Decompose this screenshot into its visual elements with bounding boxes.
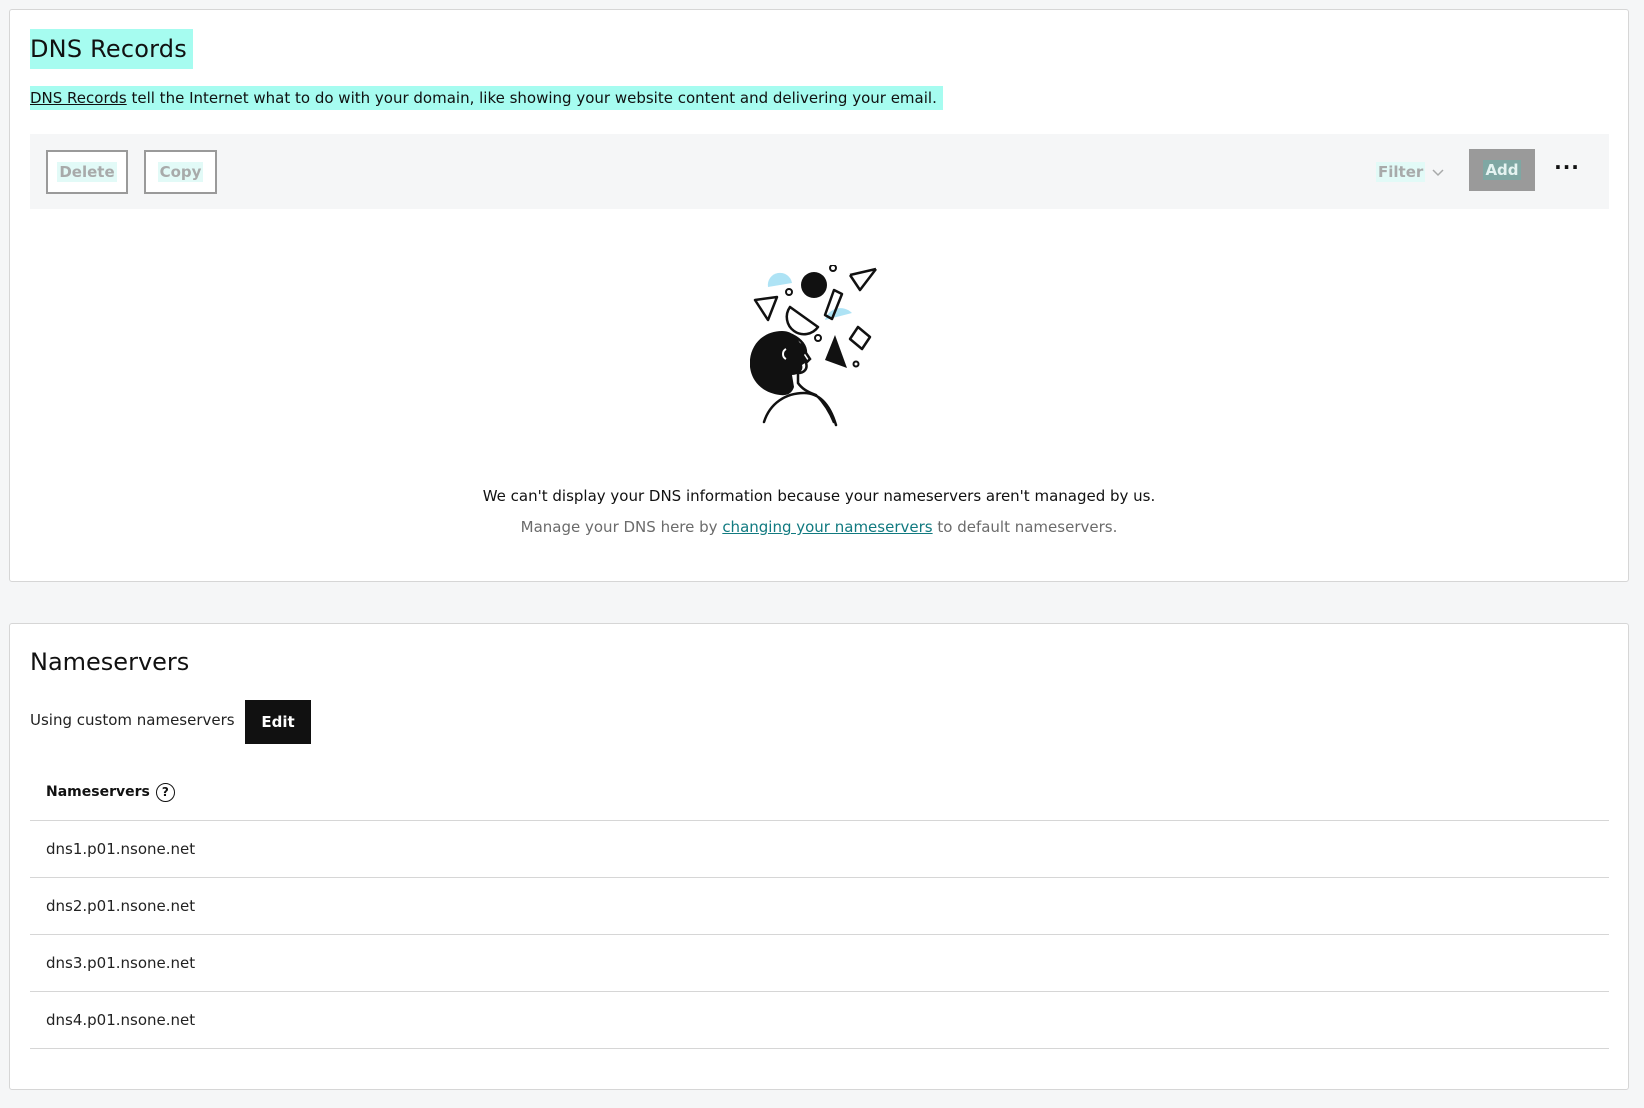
nameservers-title: Nameservers [30, 648, 190, 676]
add-button-label: Add [1483, 160, 1521, 180]
add-record-button[interactable]: Add [1469, 149, 1535, 191]
nameservers-header-label: Nameservers [46, 784, 150, 800]
edit-nameservers-button[interactable]: Edit [245, 700, 311, 744]
delete-button[interactable]: Delete [46, 150, 128, 194]
filter-label: Filter [1376, 162, 1426, 182]
more-options-icon[interactable]: ··· [1554, 154, 1580, 180]
change-nameservers-link[interactable]: changing your nameservers [722, 518, 932, 536]
help-icon[interactable]: ? [155, 782, 175, 802]
manage-dns-message: Manage your DNS here by changing your na… [10, 518, 1628, 536]
dns-records-title: DNS Records [30, 29, 193, 69]
nameservers-card: Nameservers Using custom nameservers Edi… [9, 623, 1629, 1090]
dns-records-help-link[interactable]: DNS Records [30, 89, 127, 107]
table-row: dns1.p01.nsone.net [30, 821, 1609, 878]
table-row: dns4.p01.nsone.net [30, 992, 1609, 1049]
manage-suffix: to default nameservers. [932, 518, 1118, 536]
table-row: dns3.p01.nsone.net [30, 935, 1609, 992]
chevron-down-icon [1432, 169, 1444, 177]
nameservers-table: Nameservers ? dns1.p01.nsone.net dns2.p0… [30, 764, 1609, 1049]
manage-prefix: Manage your DNS here by [520, 518, 723, 536]
dns-records-card: DNS Records DNS Records tell the Interne… [9, 9, 1629, 582]
copy-button[interactable]: Copy [144, 150, 217, 194]
copy-button-label: Copy [157, 162, 204, 182]
nameservers-status: Using custom nameservers [30, 711, 235, 729]
dns-records-description-text: tell the Internet what to do with your d… [126, 89, 937, 107]
empty-state-message: We can't display your DNS information be… [482, 487, 1156, 505]
dns-records-description: DNS Records tell the Internet what to do… [30, 86, 943, 110]
nameservers-column-header: Nameservers ? [30, 764, 1609, 821]
dns-toolbar: Delete Copy Filter Add ··· [30, 134, 1609, 209]
table-row: dns2.p01.nsone.net [30, 878, 1609, 935]
delete-button-label: Delete [57, 162, 117, 182]
empty-state-illustration [750, 265, 877, 427]
filter-dropdown[interactable]: Filter [1376, 162, 1445, 182]
